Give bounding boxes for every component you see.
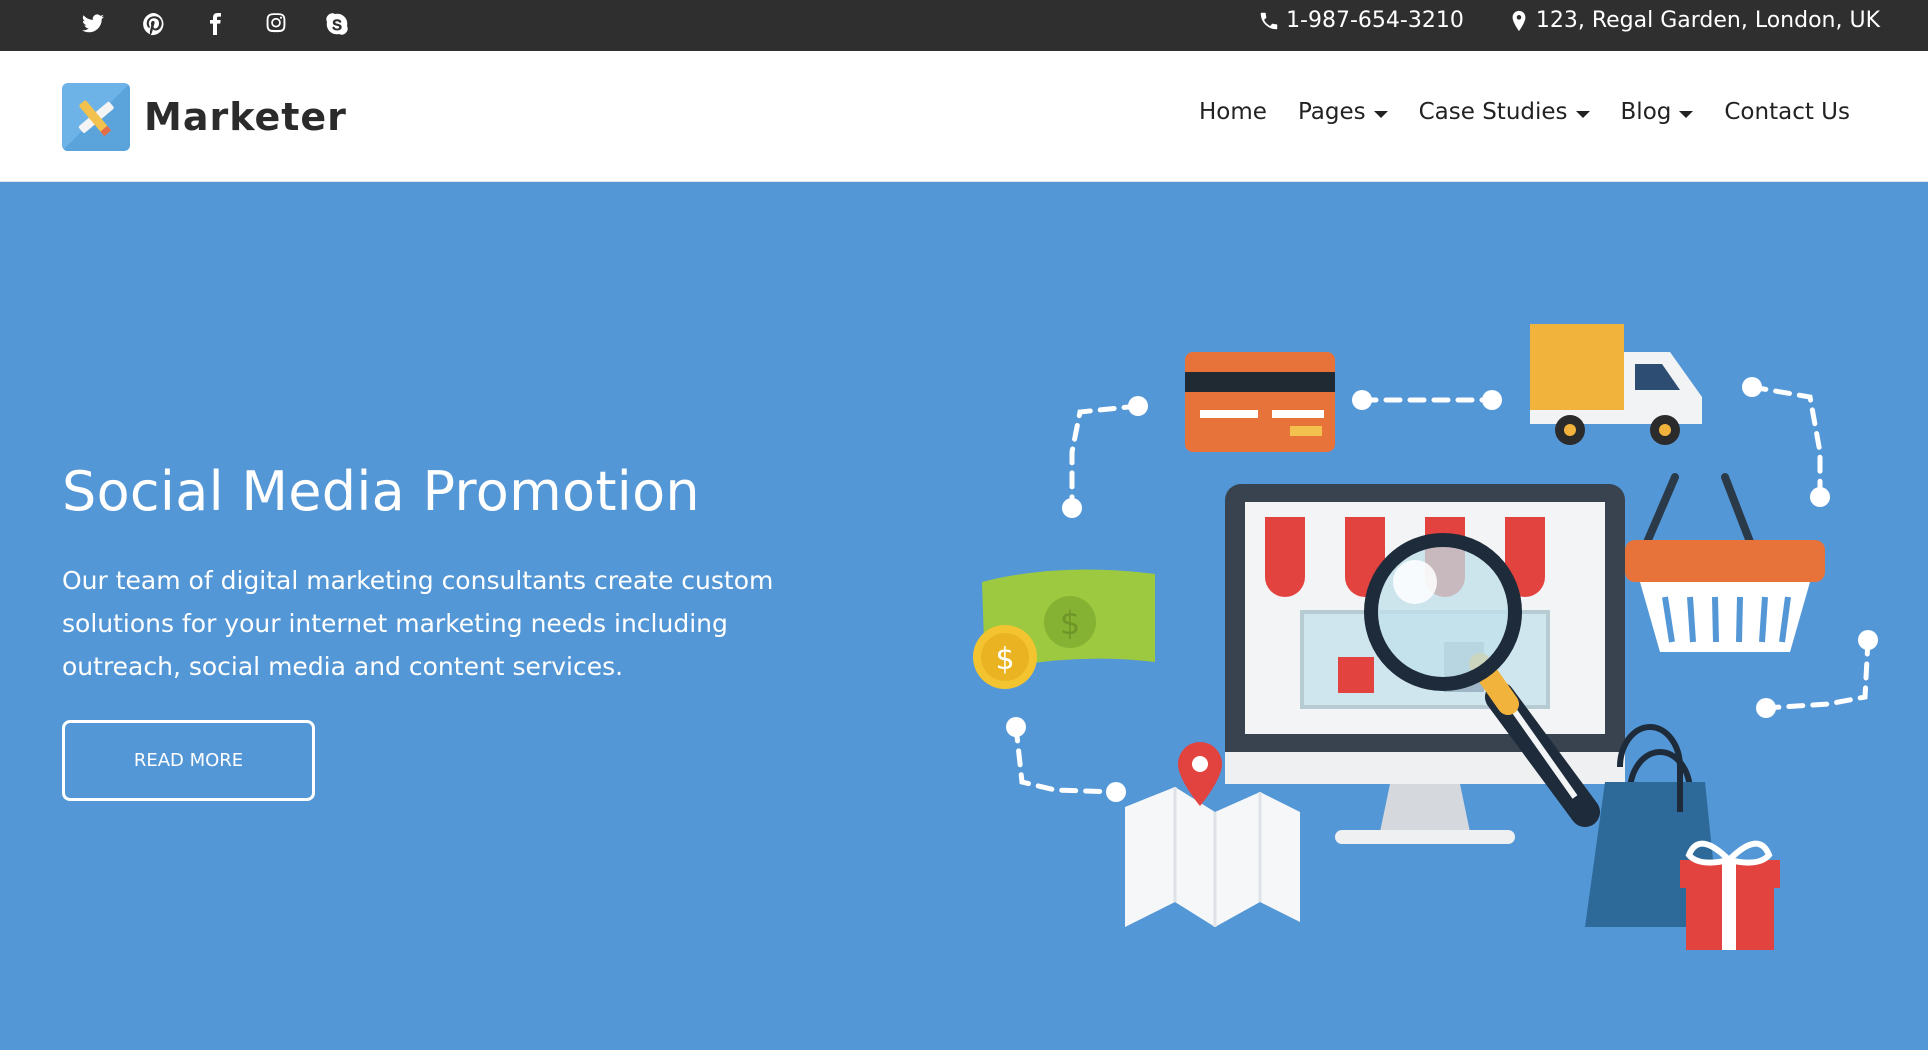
nav-contact-label: Contact Us	[1724, 99, 1850, 125]
caret-down-icon	[1679, 110, 1694, 118]
gift-icon	[1680, 840, 1780, 950]
address-text: 123, Regal Garden, London, UK	[1535, 8, 1880, 33]
read-more-button[interactable]: READ MORE	[62, 720, 315, 801]
site-header: Marketer Home Pages Case Studies Blog Co…	[0, 51, 1928, 182]
ecommerce-illustration: $ $	[973, 324, 1878, 950]
nav-pages[interactable]: Pages	[1298, 99, 1388, 125]
phone-icon	[1260, 12, 1278, 29]
credit-card-icon	[1185, 352, 1335, 452]
caret-down-icon	[1373, 110, 1388, 118]
social-links	[78, 9, 352, 39]
top-bar: 1-987-654-3210 123, Regal Garden, London…	[0, 0, 1928, 51]
caret-down-icon	[1575, 110, 1590, 118]
nav-home-label: Home	[1199, 99, 1267, 125]
nav-contact[interactable]: Contact Us	[1724, 99, 1850, 125]
skype-icon[interactable]	[322, 9, 352, 39]
hero-section: Social Media Promotion Our team of digit…	[0, 182, 1928, 1050]
map-pin-icon	[1512, 10, 1526, 31]
facebook-icon[interactable]	[200, 9, 230, 39]
shopping-basket-icon	[1625, 473, 1825, 652]
money-icon: $ $	[973, 569, 1155, 689]
logo[interactable]: Marketer	[62, 83, 347, 151]
nav-case-studies-label: Case Studies	[1418, 99, 1568, 125]
svg-text:$: $	[1060, 604, 1080, 642]
brand-name: Marketer	[144, 95, 347, 139]
phone-number: 1-987-654-3210	[1286, 8, 1464, 33]
main-nav: Home Pages Case Studies Blog Contact Us	[1199, 99, 1850, 125]
nav-home[interactable]: Home	[1199, 99, 1267, 125]
hero-title: Social Media Promotion	[62, 460, 700, 523]
nav-pages-label: Pages	[1297, 99, 1366, 125]
delivery-truck-icon	[1530, 324, 1702, 445]
shop-monitor-icon	[1225, 484, 1625, 844]
nav-blog-label: Blog	[1620, 99, 1672, 125]
nav-case-studies[interactable]: Case Studies	[1419, 99, 1590, 125]
pinterest-icon[interactable]	[139, 9, 169, 39]
instagram-icon[interactable]	[261, 9, 291, 39]
phone-item: 1-987-654-3210	[1258, 8, 1464, 33]
address-item: 123, Regal Garden, London, UK	[1508, 8, 1880, 33]
contact-info: 1-987-654-3210 123, Regal Garden, London…	[1258, 8, 1880, 33]
svg-text:$: $	[995, 642, 1014, 677]
hero-description: Our team of digital marketing consultant…	[62, 566, 774, 681]
nav-blog[interactable]: Blog	[1621, 99, 1694, 125]
logo-icon	[62, 83, 130, 151]
twitter-icon[interactable]	[78, 9, 108, 39]
